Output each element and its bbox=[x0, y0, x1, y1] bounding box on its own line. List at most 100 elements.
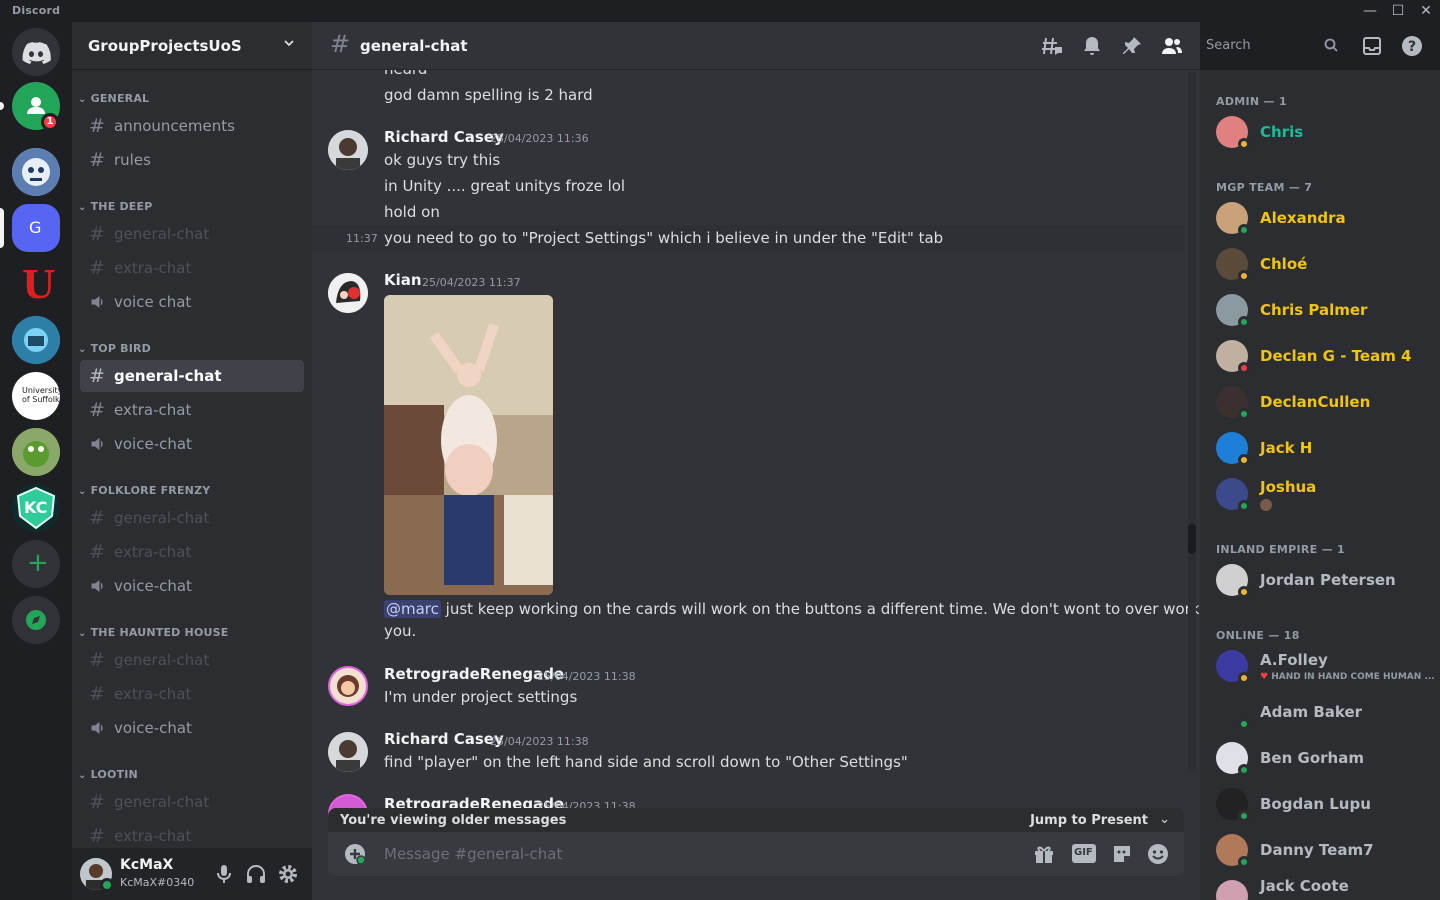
message-input-placeholder: Message #general-chat bbox=[384, 845, 563, 863]
member-name: Jordan Petersen bbox=[1260, 571, 1396, 589]
robot-icon bbox=[12, 148, 60, 196]
scrollbar[interactable] bbox=[1188, 72, 1196, 772]
channel-general-chat[interactable]: # general-chat bbox=[80, 502, 304, 534]
search-input[interactable]: Search bbox=[1200, 33, 1344, 57]
channel-general-chat-active[interactable]: # general-chat bbox=[80, 360, 304, 392]
channel-rules[interactable]: # rules bbox=[80, 144, 304, 176]
server-u[interactable]: U bbox=[12, 260, 60, 308]
status-online-icon bbox=[1238, 810, 1250, 822]
scrollbar-thumb[interactable] bbox=[1188, 524, 1196, 554]
member-name: Bogdan Lupu bbox=[1260, 795, 1371, 813]
member-item[interactable]: Declan G - Team 4 bbox=[1208, 335, 1432, 377]
channel-extra-chat[interactable]: # extra-chat bbox=[80, 678, 304, 710]
member-item[interactable]: Jack H bbox=[1208, 427, 1432, 469]
speaker-icon bbox=[91, 580, 103, 592]
message-text: heard bbox=[384, 70, 427, 78]
message-author[interactable]: Richard Casey bbox=[384, 128, 504, 146]
user-mention[interactable]: @marc bbox=[384, 600, 441, 618]
headphones-icon[interactable] bbox=[244, 862, 268, 886]
sticker-icon[interactable] bbox=[1110, 842, 1134, 866]
category-lootin[interactable]: LOOTIN bbox=[78, 768, 138, 781]
speaker-icon bbox=[91, 722, 103, 734]
server-robot[interactable] bbox=[12, 148, 60, 196]
microphone-icon[interactable] bbox=[212, 862, 236, 886]
member-item[interactable]: Chloé bbox=[1208, 243, 1432, 285]
member-item[interactable]: Danny Team7 bbox=[1208, 829, 1432, 871]
direct-messages-button[interactable] bbox=[12, 28, 60, 76]
member-item[interactable]: DeclanCullen bbox=[1208, 381, 1432, 423]
channel-label: general-chat bbox=[114, 367, 222, 385]
channel-general-chat[interactable]: # general-chat bbox=[80, 218, 304, 250]
user-panel: KcMaX KcMaX#0340 bbox=[72, 848, 312, 900]
threads-icon[interactable] bbox=[1040, 34, 1064, 58]
emoji-icon[interactable] bbox=[1146, 842, 1170, 866]
category-general[interactable]: GENERAL bbox=[78, 92, 149, 105]
member-item[interactable]: Adam Baker bbox=[1208, 691, 1432, 733]
gif-attachment[interactable] bbox=[384, 295, 553, 595]
channel-voice-chat[interactable]: voice-chat bbox=[80, 570, 304, 602]
member-item[interactable]: Bogdan Lupu bbox=[1208, 783, 1432, 825]
svg-text:?: ? bbox=[1408, 39, 1416, 55]
gif-icon[interactable]: GIF bbox=[1072, 844, 1096, 863]
member-name: Jack Coote bbox=[1260, 877, 1349, 895]
help-icon[interactable]: ? bbox=[1400, 34, 1424, 58]
category-haunted-house[interactable]: THE HAUNTED HOUSE bbox=[78, 626, 229, 639]
avatar[interactable] bbox=[328, 273, 368, 313]
category-folklore-frenzy[interactable]: FOLKLORE FRENZY bbox=[78, 484, 211, 497]
channel-sidebar: GroupProjectsUoS GENERAL #announcements … bbox=[72, 22, 312, 900]
message-text: god damn spelling is 2 hard bbox=[384, 86, 593, 104]
member-item[interactable]: Jordan Petersen bbox=[1208, 559, 1432, 601]
close-icon[interactable]: ✕ bbox=[1414, 1, 1438, 21]
channel-voice-chat[interactable]: voice chat bbox=[80, 286, 304, 318]
member-item[interactable]: Alexandra bbox=[1208, 197, 1432, 239]
member-name: Chris bbox=[1260, 123, 1304, 141]
avatar[interactable] bbox=[328, 732, 368, 772]
search-icon bbox=[1324, 38, 1338, 52]
category-top-bird[interactable]: TOP BIRD bbox=[78, 342, 151, 355]
channel-label: voice-chat bbox=[114, 577, 192, 595]
status-online-icon bbox=[1238, 718, 1250, 730]
member-item[interactable]: A.Folley ♥ HAND IN HAND COME HUMAN ... bbox=[1208, 645, 1435, 687]
member-list-icon[interactable] bbox=[1160, 34, 1184, 58]
channel-label: voice-chat bbox=[114, 435, 192, 453]
message-composer[interactable]: Message #general-chat GIF bbox=[328, 832, 1184, 876]
channel-general-chat[interactable]: # general-chat bbox=[80, 644, 304, 676]
maximize-icon[interactable]: ☐ bbox=[1386, 1, 1410, 21]
minimize-icon[interactable]: — bbox=[1358, 1, 1382, 21]
plus-icon: + bbox=[27, 548, 49, 578]
channel-extra-chat[interactable]: # extra-chat bbox=[80, 252, 304, 284]
channel-general-chat[interactable]: # general-chat bbox=[80, 786, 304, 818]
channel-announcements[interactable]: # announcements bbox=[80, 110, 304, 142]
member-item[interactable]: Chris Palmer bbox=[1208, 289, 1432, 331]
channel-voice-chat[interactable]: voice-chat bbox=[80, 712, 304, 744]
member-item[interactable]: Jack Coote bbox=[1208, 875, 1432, 900]
category-the-deep[interactable]: THE DEEP bbox=[78, 200, 153, 213]
server-group-projects[interactable]: G bbox=[12, 204, 60, 252]
member-item[interactable]: Ben Gorham bbox=[1208, 737, 1432, 779]
server-blue[interactable] bbox=[12, 316, 60, 364]
member-item[interactable]: Chris bbox=[1208, 111, 1432, 153]
avatar[interactable] bbox=[328, 666, 368, 706]
jump-to-present-button[interactable]: Jump to Present bbox=[1030, 813, 1148, 828]
server-kermit[interactable] bbox=[12, 428, 60, 476]
channel-extra-chat[interactable]: # extra-chat bbox=[80, 394, 304, 426]
gift-icon[interactable] bbox=[1032, 842, 1056, 866]
add-server-button[interactable]: + bbox=[12, 540, 60, 588]
avatar[interactable] bbox=[328, 130, 368, 170]
server-university[interactable]: University of Suffolk bbox=[12, 372, 60, 420]
pin-icon[interactable] bbox=[1120, 34, 1144, 58]
message-author[interactable]: Kian bbox=[384, 271, 422, 289]
explore-servers-button[interactable] bbox=[12, 596, 60, 644]
chevron-down-icon[interactable]: ⌄ bbox=[1159, 812, 1170, 827]
inbox-icon[interactable] bbox=[1360, 34, 1384, 58]
channel-extra-chat[interactable]: # extra-chat bbox=[80, 536, 304, 568]
gear-icon[interactable] bbox=[276, 862, 300, 886]
server-kc[interactable]: KC bbox=[12, 484, 60, 532]
notification-bell-icon[interactable] bbox=[1080, 34, 1104, 58]
channel-voice-chat[interactable]: voice-chat bbox=[80, 428, 304, 460]
message-author[interactable]: Richard Casey bbox=[384, 730, 504, 748]
add-attachment-icon[interactable] bbox=[344, 843, 366, 865]
server-header[interactable]: GroupProjectsUoS bbox=[72, 22, 312, 70]
message-text: you need to go to "Project Settings" whi… bbox=[384, 229, 944, 247]
member-item[interactable]: Joshua bbox=[1208, 473, 1432, 515]
